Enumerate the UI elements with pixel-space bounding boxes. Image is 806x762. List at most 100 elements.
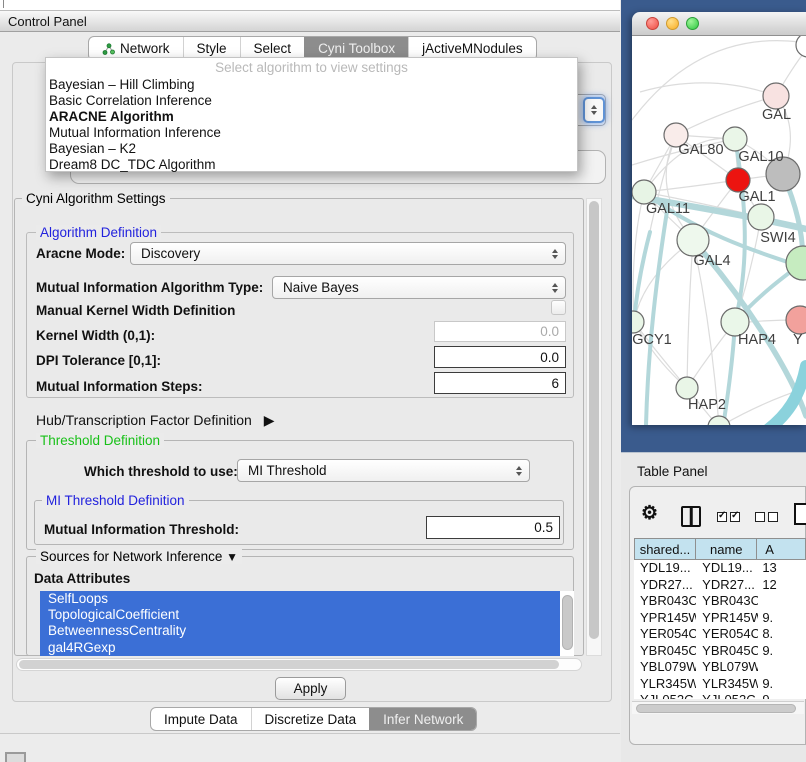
table-cell: YBR043C [696, 593, 758, 610]
apply-button[interactable]: Apply [275, 677, 346, 700]
table-cell: 9. [758, 676, 806, 693]
tab-label: Infer Network [383, 712, 463, 727]
tab-impute-data[interactable]: Impute Data [151, 708, 251, 730]
column-header-2[interactable]: name [696, 538, 757, 560]
control-panel-titlebar: Control Panel [0, 10, 620, 32]
manual-kernel-checkbox[interactable] [551, 300, 566, 315]
vscroll-thumb[interactable] [589, 201, 599, 639]
settings-horizontal-scrollbar[interactable] [16, 658, 582, 671]
network-icon [102, 43, 115, 55]
stepper-up-icon [591, 105, 597, 109]
aracne-mode-label: Aracne Mode: [36, 246, 125, 261]
tab-infer-network[interactable]: Infer Network [369, 708, 476, 730]
network-window-titlebar[interactable] [632, 12, 806, 36]
algorithm-option[interactable]: Bayesian – Hill Climbing [46, 77, 577, 93]
node-HAP2[interactable] [676, 377, 698, 399]
node-GAL10[interactable] [723, 127, 747, 151]
table-rows: YDL19...YDL19...13YDR27...YDR27...12YBR0… [634, 560, 806, 699]
network-canvas[interactable]: GALGAL80GAL10GAL1GAL11SWI4GAL4GCY1HAP4YH… [632, 36, 806, 425]
table-row[interactable]: YPR145WYPR145W9. [634, 610, 806, 627]
which-threshold-combobox[interactable]: MI Threshold [237, 459, 530, 482]
dpi-tolerance-field[interactable]: 0.0 [434, 346, 566, 368]
table-row[interactable]: YDL19...YDL19...13 [634, 560, 806, 577]
node-unlabeled[interactable] [796, 36, 806, 57]
mi-steps-field[interactable]: 6 [434, 372, 566, 394]
network-view-window: GALGAL80GAL10GAL1GAL11SWI4GAL4GCY1HAP4YH… [632, 12, 806, 425]
network-edge [640, 83, 776, 96]
node-label-GCY1: GCY1 [632, 332, 672, 348]
page-icon[interactable] [794, 503, 806, 525]
combo-stepper-icon [516, 466, 522, 476]
table-row[interactable]: YJL052CYJL052C9 [634, 692, 806, 699]
algorithm-option[interactable]: Mutual Information Inference [46, 125, 577, 141]
algorithm-option[interactable]: Basic Correlation Inference [46, 93, 577, 109]
table-header-row: shared...nameA [634, 538, 806, 560]
node-SWI4[interactable] [748, 204, 774, 230]
settings-vertical-scrollbar[interactable] [586, 198, 602, 656]
aracne-mode-combobox[interactable]: Discovery [130, 242, 566, 265]
node-Y[interactable] [786, 306, 806, 334]
attribute-item[interactable]: gal4RGexp [40, 640, 560, 656]
top-strip-artifact [3, 0, 4, 8]
table-cell: 9 [758, 692, 806, 699]
select-all-checkboxes-icon[interactable] [717, 512, 740, 522]
attribute-item[interactable]: TopologicalCoefficient [40, 607, 560, 623]
column-header-1[interactable]: shared... [634, 538, 696, 560]
sources-group-title[interactable]: Sources for Network Inference ▼ [36, 549, 242, 564]
kernel-width-field[interactable]: 0.0 [434, 321, 566, 342]
algorithm-option[interactable]: Bayesian – K2 [46, 141, 577, 157]
table-cell: YJL052C [696, 692, 758, 699]
node-GAL[interactable] [763, 83, 789, 109]
mi-threshold-field[interactable]: 0.5 [426, 516, 560, 539]
tab-discretize-data[interactable]: Discretize Data [251, 708, 370, 730]
dropdown-prompt: Select algorithm to view settings [46, 59, 577, 77]
deselect-all-checkboxes-icon[interactable] [755, 512, 778, 522]
attributes-scrollbar-thumb[interactable] [562, 595, 573, 650]
close-window-button[interactable] [646, 17, 659, 30]
node-GCY1[interactable] [632, 311, 644, 333]
table-cell: 9. [758, 610, 806, 627]
columns-icon[interactable] [681, 506, 701, 527]
column-header-3[interactable]: A [757, 538, 806, 560]
minimized-panel-button[interactable] [5, 752, 26, 762]
table-cell: YPR145W [634, 610, 696, 627]
node-label-HAP4: HAP4 [738, 332, 776, 348]
table-row[interactable]: YBR045CYBR045C9. [634, 643, 806, 660]
node-label-GAL4: GAL4 [693, 253, 730, 269]
table-panel-title: Table Panel [637, 464, 708, 479]
gear-icon[interactable]: ⚙ [641, 503, 658, 525]
tab-label: Select [254, 41, 292, 56]
zoom-window-button[interactable] [686, 17, 699, 30]
table-horizontal-scrollbar[interactable] [632, 701, 804, 714]
which-threshold-value: MI Threshold [248, 463, 327, 478]
table-row[interactable]: YBR043CYBR043C [634, 593, 806, 610]
dpi-tolerance-label: DPI Tolerance [0,1]: [36, 353, 161, 368]
node-label-HAP2: HAP2 [688, 397, 726, 413]
attribute-item[interactable]: SelfLoops [40, 591, 560, 607]
algorithm-option[interactable]: ARACNE Algorithm [46, 109, 577, 125]
algorithm-dropdown-popup: Select algorithm to view settings Bayesi… [45, 57, 578, 172]
network-edge [644, 180, 738, 192]
mi-threshold-value: 0.5 [534, 520, 553, 535]
algorithm-option[interactable]: Dream8 DC_TDC Algorithm [46, 157, 577, 173]
table-hscroll-thumb[interactable] [636, 704, 796, 713]
settings-group-title: Cyni Algorithm Settings [22, 191, 170, 206]
table-row[interactable]: YLR345WYLR345W9. [634, 676, 806, 693]
table-cell: YBL079W [696, 659, 758, 676]
table-row[interactable]: YER054CYER054C8. [634, 626, 806, 643]
algorithm-combobox-stepper[interactable] [583, 97, 605, 123]
table-row[interactable]: YBL079WYBL079W [634, 659, 806, 676]
hscroll-thumb[interactable] [19, 660, 559, 669]
dpi-tolerance-value: 0.0 [540, 350, 559, 365]
control-panel-title: Control Panel [8, 14, 87, 29]
algorithm-options-list: Bayesian – Hill ClimbingBasic Correlatio… [46, 77, 577, 173]
mi-type-combobox[interactable]: Naive Bayes [272, 276, 566, 299]
node-label-GAL80: GAL80 [678, 142, 723, 158]
minimize-window-button[interactable] [666, 17, 679, 30]
attribute-item[interactable]: BetweennessCentrality [40, 623, 560, 639]
hub-definition-toggle[interactable]: Hub/Transcription Factor Definition ▶ [36, 412, 274, 429]
table-row[interactable]: YDR27...YDR27...12 [634, 577, 806, 594]
node-GAL4[interactable] [677, 224, 709, 256]
tab-label: Style [197, 41, 227, 56]
table-cell: 9. [758, 643, 806, 660]
